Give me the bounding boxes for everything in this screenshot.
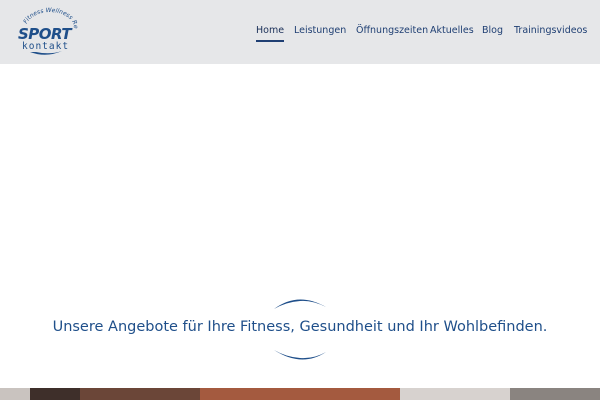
photo-segment bbox=[30, 388, 80, 400]
site-header: Fitness Wellness Reha SPORT kontakt Home… bbox=[0, 0, 600, 64]
nav-item-label: Aktuelles bbox=[430, 25, 474, 36]
sportkontakt-logo[interactable]: Fitness Wellness Reha SPORT kontakt bbox=[16, 6, 82, 58]
photo-segment bbox=[80, 388, 200, 400]
logo-graphic: Fitness Wellness Reha SPORT kontakt bbox=[16, 6, 79, 55]
photo-segment bbox=[0, 388, 30, 400]
nav-item-oeffnungszeiten[interactable]: Öffnungszeiten bbox=[356, 24, 428, 38]
wave-top-icon bbox=[274, 299, 326, 309]
nav-item-label: Blog bbox=[482, 25, 503, 36]
active-nav-underline bbox=[256, 40, 285, 42]
hero-photo-strip bbox=[0, 388, 600, 400]
photo-segment bbox=[510, 388, 600, 400]
hero-tagline: Unsere Angebote für Ihre Fitness, Gesund… bbox=[52, 319, 548, 335]
nav-item-home[interactable]: Home bbox=[256, 24, 285, 42]
wave-bottom-icon bbox=[274, 350, 326, 360]
nav-item-blog[interactable]: Blog bbox=[482, 24, 503, 38]
nav-item-leistungen[interactable]: Leistungen bbox=[294, 24, 346, 38]
hero-tagline-section: Unsere Angebote für Ihre Fitness, Gesund… bbox=[0, 290, 600, 370]
nav-item-label: Leistungen bbox=[294, 25, 347, 36]
nav-item-trainingsvideos[interactable]: Trainingsvideos bbox=[514, 24, 587, 38]
logo-line2: kontakt bbox=[22, 41, 69, 52]
nav-item-label: Öffnungszeiten bbox=[356, 25, 429, 36]
photo-segment bbox=[400, 388, 510, 400]
nav-item-aktuelles[interactable]: Aktuelles bbox=[430, 24, 474, 38]
nav-item-label: Home bbox=[256, 25, 285, 36]
nav-item-label: Trainingsvideos bbox=[514, 25, 588, 36]
photo-segment bbox=[200, 388, 400, 400]
